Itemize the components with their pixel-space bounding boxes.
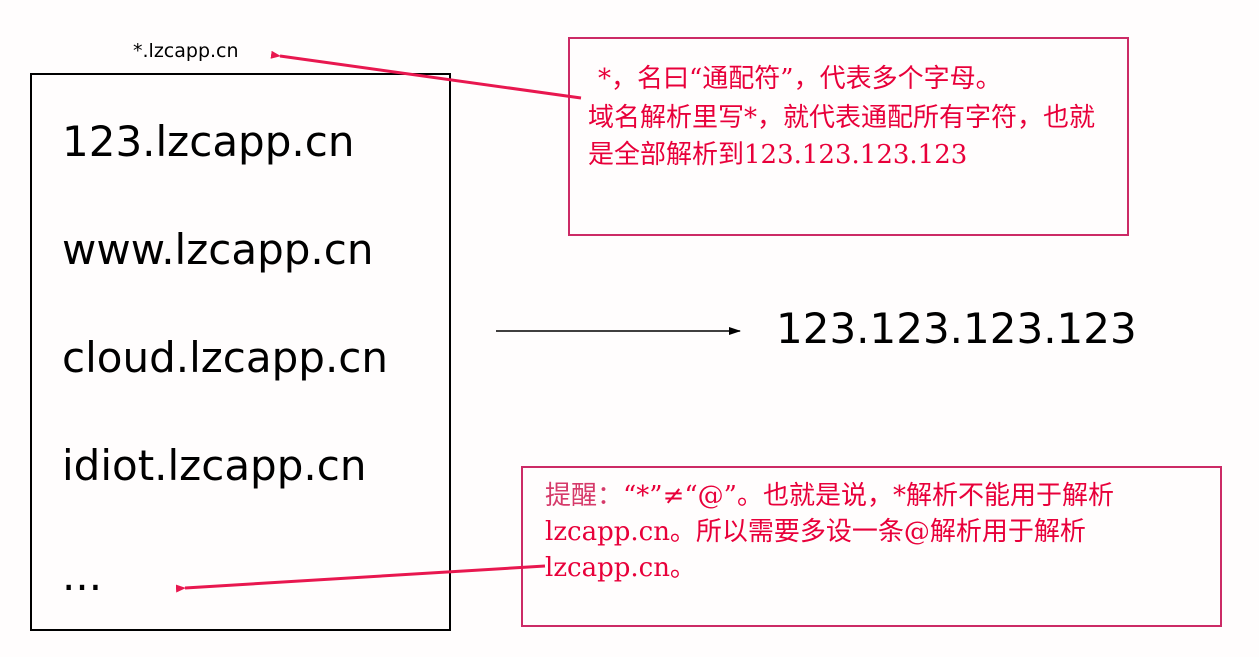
domain-item-idiot: idiot.lzcapp.cn — [62, 441, 367, 490]
wildcard-domain-label: *.lzcapp.cn — [133, 40, 239, 62]
target-ip-address: 123.123.123.123 — [776, 304, 1137, 353]
subdomain-list-box: 123.lzcapp.cn www.lzcapp.cn cloud.lzcapp… — [30, 73, 451, 631]
domain-item-cloud: cloud.lzcapp.cn — [62, 333, 389, 382]
note-wildcard-resolution: 域名解析里写*，就代表通配所有字符，也就是全部解析到123.123.123.12… — [588, 103, 1096, 170]
wildcard-explanation-note: *，名曰“通配符”，代表多个字母。 域名解析里写*，就代表通配所有字符，也就是全… — [568, 37, 1129, 236]
reminder-text: “*”≠“@”。也就是说，*解析不能用于解析lzcapp.cn。所以需要多设一条… — [545, 481, 1114, 583]
domain-item-www: www.lzcapp.cn — [62, 225, 374, 274]
domain-item-123: 123.lzcapp.cn — [62, 117, 355, 166]
domain-item-ellipsis: ... — [62, 551, 103, 600]
reminder-prefix: 提醒： — [545, 481, 624, 511]
reminder-note: 提醒：“*”≠“@”。也就是说，*解析不能用于解析lzcapp.cn。所以需要多… — [521, 466, 1222, 627]
note-wildcard-definition: *，名曰“通配符”，代表多个字母。 — [598, 64, 1002, 94]
